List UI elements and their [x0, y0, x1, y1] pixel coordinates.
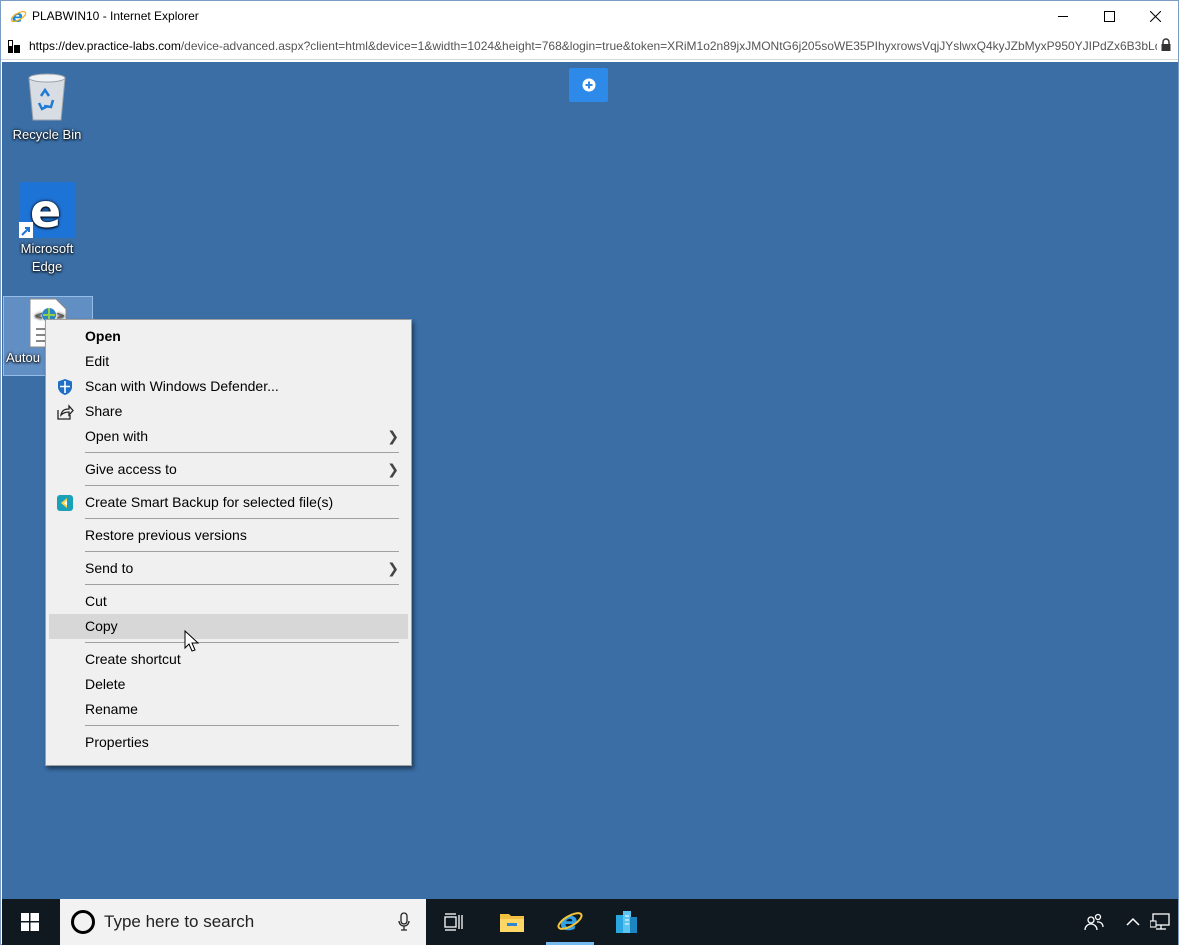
server-manager-icon [616, 911, 637, 933]
menu-item-open-with[interactable]: Open with ❯ [46, 424, 411, 449]
svg-text:<: < [34, 309, 43, 322]
chevron-right-icon: ❯ [387, 560, 399, 576]
desktop-icon-recycle-bin[interactable]: Recycle Bin [4, 70, 90, 150]
chevron-right-icon: ❯ [387, 428, 399, 444]
menu-separator [85, 518, 399, 519]
menu-item-label: Give access to [85, 461, 177, 477]
menu-separator [85, 551, 399, 552]
maximize-icon [1103, 11, 1115, 22]
close-icon [1149, 11, 1161, 22]
menu-item-scan-defender[interactable]: Scan with Windows Defender... [46, 374, 411, 399]
mouse-cursor-icon [184, 630, 200, 652]
file-explorer-icon [500, 914, 524, 932]
menu-item-label: Copy [85, 618, 118, 634]
microphone-icon[interactable] [398, 912, 410, 932]
taskbar-search-box[interactable]: Type here to search [60, 899, 426, 945]
menu-item-label: Share [85, 403, 123, 419]
show-hidden-icons-button[interactable] [1120, 899, 1146, 945]
url-host: https://dev.practice-labs.com [29, 39, 181, 53]
start-button[interactable] [2, 899, 58, 945]
minimize-icon [1057, 16, 1068, 17]
recycle-bin-icon [28, 73, 66, 121]
lock-icon [1161, 38, 1171, 51]
ie-window: e PLABWIN10 - Internet Explorer https://… [0, 0, 1179, 945]
close-button[interactable] [1132, 1, 1178, 32]
menu-item-label: Properties [85, 734, 149, 750]
menu-item-label: Delete [85, 676, 126, 692]
menu-item-rename[interactable]: Rename [46, 697, 411, 722]
menu-item-share[interactable]: Share [46, 399, 411, 424]
menu-item-create-shortcut[interactable]: Create shortcut [46, 647, 411, 672]
server-manager-taskbar-button[interactable] [602, 899, 650, 945]
chevron-right-icon: ❯ [387, 461, 399, 477]
windows-logo-icon [21, 913, 39, 931]
menu-item-label: Open [85, 328, 121, 344]
window-title: PLABWIN10 - Internet Explorer [32, 9, 199, 23]
desktop-icon-label: Recycle Bin [12, 127, 82, 142]
menu-item-open[interactable]: Open [46, 324, 411, 349]
menu-item-properties[interactable]: Properties [46, 730, 411, 755]
people-icon [1084, 913, 1104, 931]
menu-separator [85, 642, 399, 643]
menu-item-cut[interactable]: Cut [46, 589, 411, 614]
menu-item-label: Scan with Windows Defender... [85, 378, 279, 394]
maximize-button[interactable] [1086, 1, 1132, 32]
site-icon [8, 40, 20, 53]
internet-explorer-taskbar-button[interactable]: e [546, 899, 594, 945]
chevron-up-icon [1126, 917, 1140, 926]
menu-item-label: Open with [85, 428, 149, 444]
menu-item-label: Restore previous versions [85, 527, 247, 543]
menu-item-copy[interactable]: Copy [49, 614, 408, 639]
plus-circle-icon [582, 78, 595, 92]
url-path: /device-advanced.aspx?client=html&device… [180, 39, 1157, 53]
menu-item-give-access[interactable]: Give access to ❯ [46, 457, 411, 482]
remote-desktop[interactable]: Recycle Bin e Microsoft Edge < > Autou O… [2, 62, 1178, 899]
url-text[interactable]: https://dev.practice-labs.com/device-adv… [29, 39, 1157, 53]
menu-item-label: Rename [85, 701, 138, 717]
menu-separator [85, 452, 399, 453]
internet-explorer-icon: e [557, 907, 583, 935]
address-bar[interactable]: https://dev.practice-labs.com/device-adv… [1, 32, 1178, 60]
menu-separator [85, 485, 399, 486]
menu-item-edit[interactable]: Edit [46, 349, 411, 374]
taskbar: Type here to search e [2, 899, 1178, 945]
menu-separator [85, 584, 399, 585]
smart-backup-icon [57, 495, 73, 511]
title-bar: e PLABWIN10 - Internet Explorer [1, 1, 1178, 32]
network-icon [1150, 913, 1170, 930]
context-menu: Open Edit Scan with Windows Defender... … [45, 319, 412, 766]
share-icon [57, 404, 74, 420]
desktop-icon-label-text: Microsoft Edge [20, 241, 74, 274]
file-explorer-taskbar-button[interactable] [488, 899, 536, 945]
menu-item-label: Cut [85, 593, 107, 609]
menu-item-restore-previous[interactable]: Restore previous versions [46, 523, 411, 548]
menu-item-label: Edit [85, 353, 110, 369]
menu-item-smart-backup[interactable]: Create Smart Backup for selected file(s) [46, 490, 411, 515]
menu-item-send-to[interactable]: Send to ❯ [46, 556, 411, 581]
menu-item-label: Create shortcut [85, 651, 181, 667]
task-view-icon [444, 913, 463, 931]
desktop-icon-label: Microsoft Edge [4, 240, 90, 276]
internet-explorer-icon: e [10, 8, 27, 25]
cortana-icon [71, 910, 95, 934]
microsoft-edge-icon: e [19, 182, 75, 238]
people-button[interactable] [1076, 899, 1112, 945]
windows-defender-icon [58, 379, 72, 395]
minimize-button[interactable] [1040, 1, 1086, 32]
network-tray-button[interactable] [1146, 899, 1176, 945]
task-view-button[interactable] [430, 899, 478, 945]
search-placeholder: Type here to search [104, 912, 255, 931]
desktop-icon-microsoft-edge[interactable]: e Microsoft Edge [4, 182, 90, 282]
session-menu-button[interactable] [569, 68, 608, 102]
svg-text:e: e [30, 184, 61, 238]
menu-item-label: Send to [85, 560, 134, 576]
menu-separator [85, 725, 399, 726]
menu-item-label: Create Smart Backup for selected file(s) [85, 494, 334, 510]
menu-item-delete[interactable]: Delete [46, 672, 411, 697]
